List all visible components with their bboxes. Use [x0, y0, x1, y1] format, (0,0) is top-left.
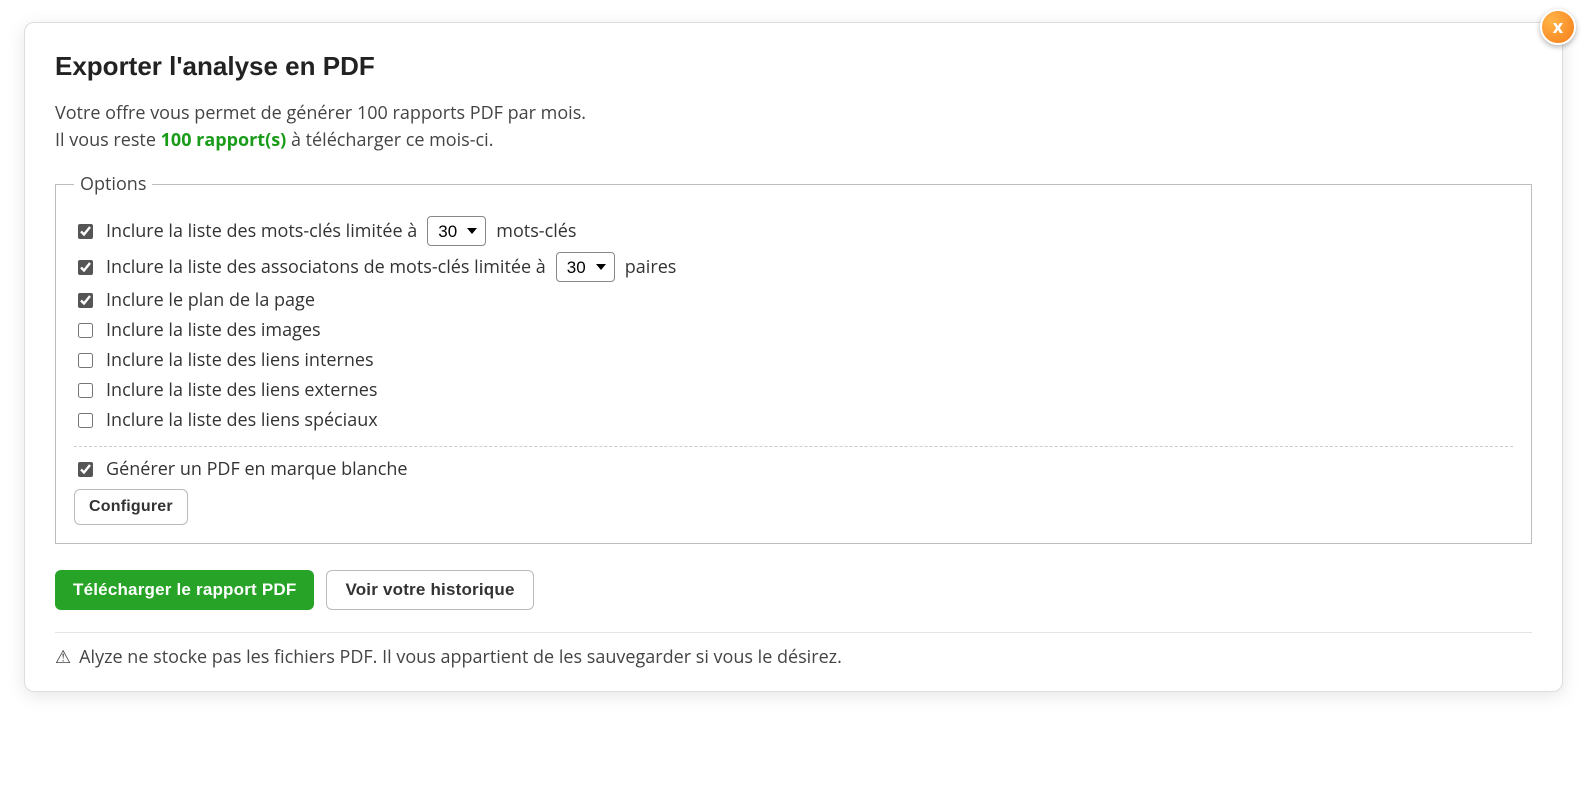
intro-line2-prefix: Il vous reste	[55, 128, 161, 152]
intro-line2-suffix: à télécharger ce mois-ci.	[286, 128, 493, 152]
warning-icon: ⚠	[55, 648, 71, 666]
checkbox-associations[interactable]	[78, 260, 93, 275]
checkbox-special-links[interactable]	[78, 413, 93, 428]
label-keywords-suffix: mots-clés	[496, 219, 576, 243]
options-separator	[74, 446, 1513, 447]
footer-note: ⚠ Alyze ne stocke pas les fichiers PDF. …	[55, 645, 1532, 669]
footer-separator	[55, 632, 1532, 633]
select-associations-limit[interactable]: 30	[556, 252, 615, 282]
label-associations-prefix: Inclure la liste des associatons de mots…	[106, 255, 546, 279]
dialog-actions: Télécharger le rapport PDF Voir votre hi…	[55, 570, 1532, 610]
label-special-links: Inclure la liste des liens spéciaux	[106, 408, 378, 432]
label-internal-links: Inclure la liste des liens internes	[106, 348, 374, 372]
remaining-count: 100 rapport(s)	[161, 128, 287, 152]
close-icon: x	[1553, 15, 1563, 39]
label-whitelabel: Générer un PDF en marque blanche	[106, 457, 408, 481]
option-internal-links: Inclure la liste des liens internes	[74, 348, 1513, 372]
select-keywords-limit[interactable]: 30	[427, 216, 486, 246]
options-fieldset: Options Inclure la liste des mots-clés l…	[55, 172, 1532, 544]
download-pdf-button[interactable]: Télécharger le rapport PDF	[55, 570, 314, 610]
footer-note-text: Alyze ne stocke pas les fichiers PDF. Il…	[79, 645, 842, 669]
label-images: Inclure la liste des images	[106, 318, 321, 342]
label-associations-suffix: paires	[625, 255, 677, 279]
option-plan: Inclure le plan de la page	[74, 288, 1513, 312]
checkbox-internal-links[interactable]	[78, 353, 93, 368]
close-button[interactable]: x	[1540, 9, 1576, 45]
checkbox-images[interactable]	[78, 323, 93, 338]
label-plan: Inclure le plan de la page	[106, 288, 315, 312]
checkbox-keywords[interactable]	[78, 224, 93, 239]
intro-text: Votre offre vous permet de générer 100 r…	[55, 100, 1532, 154]
label-keywords-prefix: Inclure la liste des mots-clés limitée à	[106, 219, 417, 243]
option-associations: Inclure la liste des associatons de mots…	[74, 252, 1513, 282]
label-external-links: Inclure la liste des liens externes	[106, 378, 378, 402]
options-legend: Options	[74, 172, 152, 196]
export-pdf-dialog: x Exporter l'analyse en PDF Votre offre …	[24, 22, 1563, 692]
option-whitelabel: Générer un PDF en marque blanche	[74, 457, 1513, 481]
view-history-button[interactable]: Voir votre historique	[326, 570, 533, 610]
intro-line1: Votre offre vous permet de générer 100 r…	[55, 101, 586, 125]
dialog-title: Exporter l'analyse en PDF	[55, 51, 1532, 82]
configure-button[interactable]: Configurer	[74, 489, 188, 525]
option-special-links: Inclure la liste des liens spéciaux	[74, 408, 1513, 432]
option-keywords: Inclure la liste des mots-clés limitée à…	[74, 216, 1513, 246]
checkbox-external-links[interactable]	[78, 383, 93, 398]
checkbox-whitelabel[interactable]	[78, 462, 93, 477]
option-external-links: Inclure la liste des liens externes	[74, 378, 1513, 402]
option-images: Inclure la liste des images	[74, 318, 1513, 342]
checkbox-plan[interactable]	[78, 293, 93, 308]
